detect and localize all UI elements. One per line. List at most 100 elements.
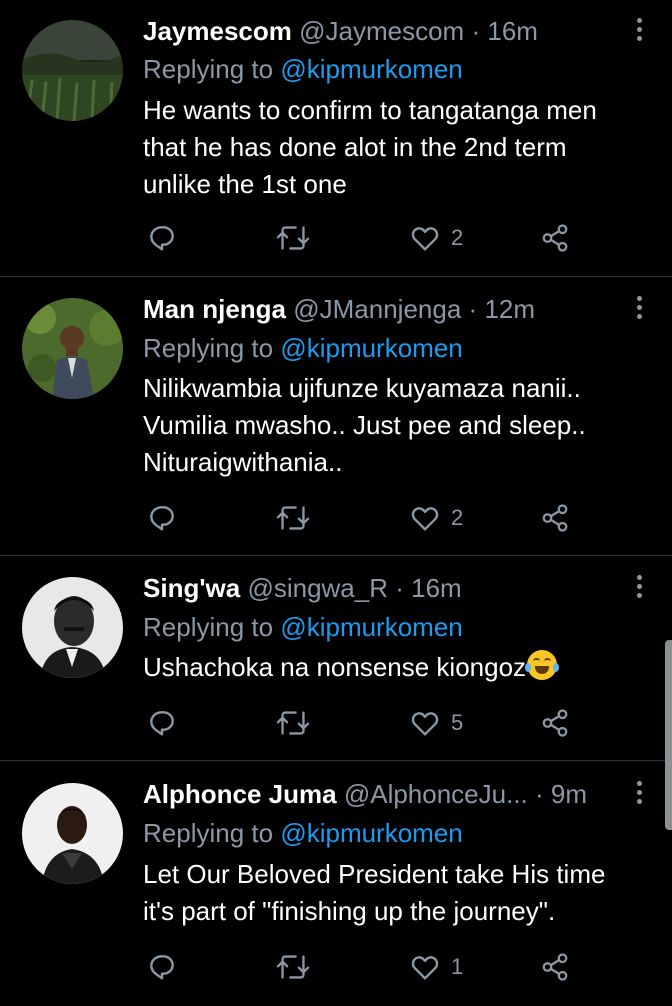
tweet-text-line: unlike the 1st one — [143, 169, 347, 199]
reply-icon — [150, 506, 174, 531]
avatar[interactable] — [22, 577, 123, 678]
face-with-tears-of-joy-icon — [525, 650, 560, 680]
tweet-header: Alphonce Juma @AlphonceJu... · 9m — [143, 777, 620, 811]
replying-to: Replying to @kipmurkomen — [143, 331, 463, 365]
tweet-text-line: Let Our Beloved President take His time — [143, 859, 606, 889]
reply-button[interactable] — [146, 218, 178, 258]
tweet-actions: 2 — [0, 218, 672, 258]
tweet-text: Ushachoka na nonsense kiongoz — [143, 649, 644, 686]
more-icon[interactable] — [634, 781, 644, 811]
author-handle[interactable]: @Jaymescom — [299, 16, 464, 46]
separator-dot: · — [471, 16, 481, 46]
author-name[interactable]: Jaymescom — [143, 16, 292, 46]
tweet-actions: 2 — [0, 498, 672, 538]
replying-to: Replying to @kipmurkomen — [143, 610, 463, 644]
like-count: 1 — [451, 954, 464, 979]
tweet-card[interactable]: Jaymescom @Jaymescom · 16m Replying to @… — [0, 0, 672, 277]
like-icon — [411, 712, 439, 736]
tweet-header: Sing'wa @singwa_R · 16m — [143, 571, 620, 605]
reply-button[interactable] — [146, 498, 178, 538]
separator-dot: · — [395, 573, 404, 603]
scrollbar[interactable] — [665, 640, 672, 830]
reply-button[interactable] — [146, 703, 178, 743]
like-count: 2 — [451, 505, 464, 530]
avatar[interactable] — [22, 20, 123, 121]
like-icon — [411, 227, 439, 251]
like-icon — [411, 956, 439, 980]
replying-label: Replying to — [143, 818, 274, 848]
share-icon — [542, 224, 568, 252]
mention-link[interactable]: @kipmurkomen — [280, 612, 462, 642]
timestamp[interactable]: 16m — [487, 16, 538, 46]
separator-dot: · — [468, 294, 478, 324]
author-handle[interactable]: @JMannjenga — [293, 294, 461, 324]
timestamp[interactable]: 16m — [411, 573, 462, 603]
avatar[interactable] — [22, 783, 123, 884]
like-button[interactable]: 2 — [409, 218, 463, 258]
tweet-text-line: Nituraigwithania.. — [143, 447, 343, 477]
retweet-icon — [276, 506, 310, 530]
reply-button[interactable] — [146, 947, 178, 987]
more-icon[interactable] — [634, 575, 644, 605]
tweet-actions: 1 — [0, 947, 672, 987]
author-handle[interactable]: @AlphonceJu... — [344, 779, 528, 809]
like-button[interactable]: 1 — [409, 947, 463, 987]
author-name[interactable]: Sing'wa — [143, 573, 240, 603]
share-icon — [542, 953, 568, 981]
tweet-header: Jaymescom @Jaymescom · 16m — [143, 14, 620, 48]
tweet-card[interactable]: Sing'wa @singwa_R · 16m Replying to @kip… — [0, 556, 672, 761]
like-count: 2 — [451, 225, 464, 250]
more-icon[interactable] — [634, 18, 644, 48]
author-name[interactable]: Man njenga — [143, 294, 286, 324]
more-icon[interactable] — [634, 296, 644, 326]
retweet-button[interactable] — [276, 703, 310, 743]
share-icon — [542, 709, 568, 737]
tweet-text-line: it's part of "finishing up the journey". — [143, 896, 556, 926]
reply-icon — [150, 711, 174, 736]
mention-link[interactable]: @kipmurkomen — [280, 818, 462, 848]
avatar[interactable] — [22, 298, 123, 399]
tweet-text: He wants to confirm to tangatanga men th… — [143, 92, 644, 203]
separator-dot: · — [535, 779, 544, 809]
like-button[interactable]: 5 — [409, 703, 463, 743]
tweet-text-line: Vumilia mwasho.. Just pee and sleep.. — [143, 410, 586, 440]
tweet-text-line: Ushachoka na nonsense kiongoz — [143, 649, 644, 686]
tweet-text-line: Nilikwambia ujifunze kuyamaza nanii.. — [143, 373, 581, 403]
share-button[interactable] — [540, 703, 570, 743]
like-count: 5 — [451, 710, 464, 735]
like-button[interactable]: 2 — [409, 498, 463, 538]
tweet-text: Let Our Beloved President take His time … — [143, 856, 644, 930]
tweet-card[interactable]: Alphonce Juma @AlphonceJu... · 9m Replyi… — [0, 761, 672, 1006]
tweet-text-line: He wants to confirm to tangatanga men — [143, 95, 597, 125]
tweet-text: Nilikwambia ujifunze kuyamaza nanii.. Vu… — [143, 370, 644, 481]
reply-icon — [150, 226, 174, 251]
replying-to: Replying to @kipmurkomen — [143, 52, 463, 86]
like-icon — [411, 507, 439, 531]
tweet-header: Man njenga @JMannjenga · 12m — [143, 292, 620, 326]
author-name[interactable]: Alphonce Juma — [143, 779, 337, 809]
timestamp[interactable]: 12m — [484, 294, 535, 324]
retweet-icon — [276, 955, 310, 979]
share-button[interactable] — [540, 218, 570, 258]
retweet-icon — [276, 711, 310, 735]
replying-label: Replying to — [143, 54, 274, 84]
retweet-button[interactable] — [276, 498, 310, 538]
tweet-card[interactable]: Man njenga @JMannjenga · 12m Replying to… — [0, 277, 672, 556]
tweet-text-line: that he has done alot in the 2nd term — [143, 132, 567, 162]
mention-link[interactable]: @kipmurkomen — [280, 333, 462, 363]
author-handle[interactable]: @singwa_R — [247, 573, 388, 603]
share-button[interactable] — [540, 947, 570, 987]
retweet-icon — [276, 226, 310, 250]
replying-label: Replying to — [143, 612, 274, 642]
reply-icon — [150, 955, 174, 980]
replying-to: Replying to @kipmurkomen — [143, 816, 463, 850]
replying-label: Replying to — [143, 333, 274, 363]
share-button[interactable] — [540, 498, 570, 538]
share-icon — [542, 504, 568, 532]
retweet-button[interactable] — [276, 218, 310, 258]
timestamp[interactable]: 9m — [551, 779, 587, 809]
tweet-text-content: Ushachoka na nonsense kiongoz — [143, 652, 527, 682]
tweet-actions: 5 — [0, 703, 672, 743]
retweet-button[interactable] — [276, 947, 310, 987]
mention-link[interactable]: @kipmurkomen — [280, 54, 462, 84]
